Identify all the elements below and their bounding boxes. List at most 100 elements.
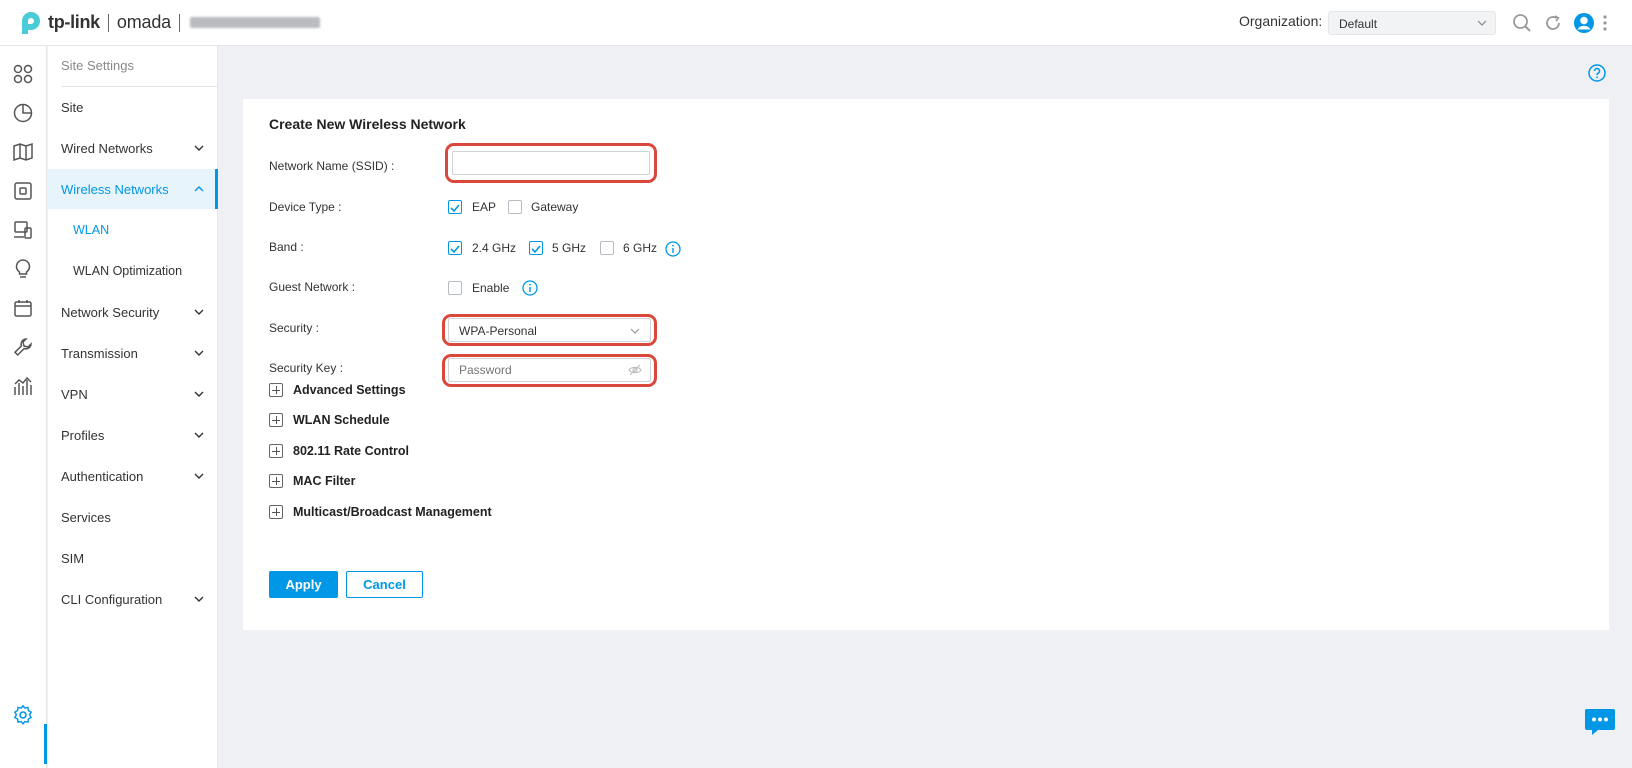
mac-filter-toggle[interactable]: MAC Filter bbox=[269, 474, 356, 488]
sidebar-item-wlan[interactable]: WLAN bbox=[48, 210, 218, 250]
section-label: WLAN Schedule bbox=[293, 413, 390, 427]
sidebar-item-label: Profiles bbox=[61, 427, 105, 443]
logo-divider bbox=[107, 13, 109, 32]
controller-divider bbox=[178, 13, 180, 32]
guest-network-label: Guest Network : bbox=[269, 280, 356, 294]
sidebar-item-label: Wireless Networks bbox=[61, 181, 169, 197]
cancel-button[interactable]: Cancel bbox=[346, 571, 423, 598]
statistics-icon[interactable] bbox=[12, 102, 34, 124]
sidebar-item-site[interactable]: Site bbox=[48, 87, 218, 127]
sidebar-item-sim[interactable]: SIM bbox=[48, 538, 218, 578]
band-label: Band : bbox=[269, 240, 304, 254]
page-title: Create New Wireless Network bbox=[269, 116, 466, 132]
guest-network-enable-label: Enable bbox=[472, 281, 510, 295]
more-vertical-icon[interactable] bbox=[1600, 12, 1610, 34]
sidebar-item-label: VPN bbox=[61, 386, 88, 402]
sidebar-item-network-security[interactable]: Network Security bbox=[48, 292, 218, 332]
sidebar-item-label: SIM bbox=[61, 550, 85, 566]
sidebar-item-authentication[interactable]: Authentication bbox=[48, 456, 218, 496]
sidebar-item-label: WLAN Optimization bbox=[73, 264, 183, 278]
security-key-input[interactable] bbox=[448, 358, 651, 382]
chevron-down-icon bbox=[194, 145, 204, 151]
sidebar-item-wired-networks[interactable]: Wired Networks bbox=[48, 128, 218, 168]
tp-link-logo[interactable]: tp-link omada bbox=[17, 9, 320, 37]
insight-icon[interactable] bbox=[12, 258, 34, 280]
chevron-down-icon bbox=[630, 328, 640, 334]
top-bar: tp-link omada Organization: Default bbox=[0, 0, 1632, 46]
search-icon[interactable] bbox=[1511, 12, 1533, 34]
section-label: MAC Filter bbox=[293, 474, 356, 488]
devices-icon[interactable] bbox=[12, 180, 34, 202]
brand-name: tp-link bbox=[48, 12, 100, 32]
organization-value: Default bbox=[1339, 17, 1378, 31]
eap-checkbox[interactable] bbox=[448, 200, 462, 214]
security-select[interactable]: WPA-Personal bbox=[448, 318, 651, 342]
sidebar-item-cli-configuration[interactable]: CLI Configuration bbox=[48, 579, 218, 619]
gateway-label: Gateway bbox=[531, 200, 579, 214]
map-icon[interactable] bbox=[12, 141, 34, 163]
sidebar-item-label: Site bbox=[61, 99, 84, 115]
settings-icon[interactable] bbox=[12, 704, 34, 726]
sidebar-item-wireless-networks[interactable]: Wireless Networks bbox=[48, 169, 218, 209]
sidebar-item-label: Transmission bbox=[61, 345, 138, 361]
sidebar-item-label: Wired Networks bbox=[61, 140, 153, 156]
sidebar-item-label: Network Security bbox=[61, 304, 160, 320]
create-wlan-card: Create New Wireless Network Network Name… bbox=[243, 99, 1609, 630]
chevron-down-icon bbox=[194, 391, 204, 397]
rate-control-toggle[interactable]: 802.11 Rate Control bbox=[269, 444, 409, 458]
sidebar-item-transmission[interactable]: Transmission bbox=[48, 333, 218, 373]
chevron-down-icon bbox=[194, 309, 204, 315]
band-2-4ghz-checkbox[interactable] bbox=[448, 241, 462, 255]
info-icon[interactable] bbox=[522, 280, 538, 296]
sidebar-item-profiles[interactable]: Profiles bbox=[48, 415, 218, 455]
organization-label: Organization: bbox=[1239, 13, 1323, 29]
chevron-down-icon bbox=[194, 473, 204, 479]
tools-icon[interactable] bbox=[12, 336, 34, 358]
guest-network-checkbox[interactable] bbox=[448, 281, 462, 295]
sidebar-item-vpn[interactable]: VPN bbox=[48, 374, 218, 414]
gateway-checkbox[interactable] bbox=[508, 200, 522, 214]
band-6ghz-checkbox[interactable] bbox=[600, 241, 614, 255]
ssid-input[interactable] bbox=[452, 151, 650, 175]
chevron-down-icon bbox=[194, 596, 204, 602]
controller-name-blurred bbox=[189, 17, 320, 28]
rail-active-indicator bbox=[44, 724, 47, 764]
sidebar-item-services[interactable]: Services bbox=[48, 497, 218, 537]
reports-icon[interactable] bbox=[12, 375, 34, 397]
section-label: Advanced Settings bbox=[293, 383, 406, 397]
checkmark-icon bbox=[531, 245, 541, 254]
band-2-4ghz-label: 2.4 GHz bbox=[472, 241, 517, 255]
wlan-schedule-toggle[interactable]: WLAN Schedule bbox=[269, 413, 390, 427]
icon-rail bbox=[0, 46, 47, 768]
chat-support-icon[interactable] bbox=[1584, 707, 1616, 737]
chevron-down-icon bbox=[194, 350, 204, 356]
apply-button[interactable]: Apply bbox=[269, 571, 338, 598]
checkmark-icon bbox=[450, 204, 460, 213]
user-avatar-icon[interactable] bbox=[1573, 12, 1595, 34]
band-5ghz-label: 5 GHz bbox=[552, 241, 587, 255]
tp-link-logo-icon bbox=[22, 11, 41, 34]
band-6ghz-label: 6 GHz bbox=[623, 241, 658, 255]
clients-icon[interactable] bbox=[12, 219, 34, 241]
expand-plus-icon bbox=[269, 505, 283, 519]
ssid-label: Network Name (SSID) : bbox=[269, 159, 395, 173]
eye-hidden-icon[interactable] bbox=[628, 363, 642, 377]
info-icon[interactable] bbox=[665, 241, 681, 257]
log-icon[interactable] bbox=[12, 297, 34, 319]
dashboard-icon[interactable] bbox=[12, 63, 34, 85]
band-5ghz-checkbox[interactable] bbox=[529, 241, 543, 255]
security-value: WPA-Personal bbox=[459, 324, 537, 338]
advanced-settings-toggle[interactable]: Advanced Settings bbox=[269, 383, 406, 397]
expand-plus-icon bbox=[269, 383, 283, 397]
help-icon[interactable] bbox=[1588, 64, 1606, 82]
section-label: 802.11 Rate Control bbox=[293, 444, 410, 458]
chevron-up-icon bbox=[194, 186, 204, 192]
multicast-broadcast-toggle[interactable]: Multicast/Broadcast Management bbox=[269, 505, 492, 519]
refresh-icon[interactable] bbox=[1542, 12, 1564, 34]
expand-plus-icon bbox=[269, 413, 283, 427]
sidebar-item-wlan-optimization[interactable]: WLAN Optimization bbox=[48, 251, 218, 291]
chevron-down-icon bbox=[1477, 20, 1487, 26]
sidebar-item-label: CLI Configuration bbox=[61, 591, 163, 607]
organization-select[interactable]: Default bbox=[1328, 11, 1496, 35]
checkmark-icon bbox=[450, 245, 460, 254]
